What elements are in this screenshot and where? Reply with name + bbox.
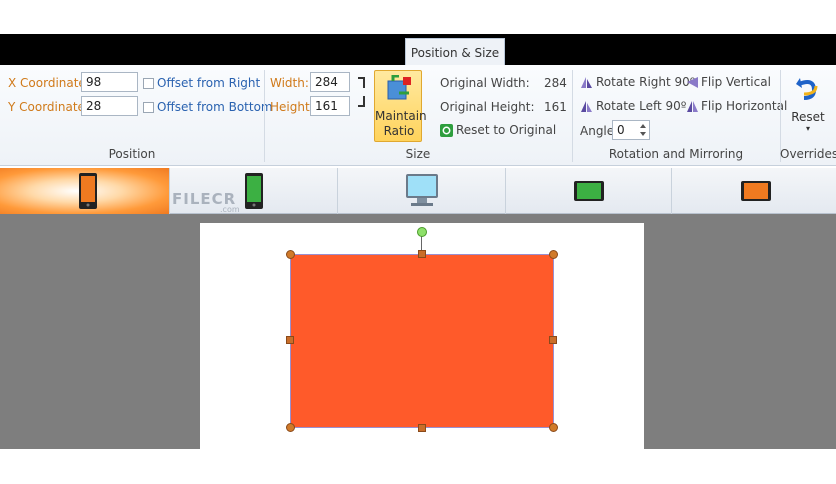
- phone-portrait-icon: [79, 173, 97, 209]
- device-desktop-monitor[interactable]: [338, 168, 506, 214]
- watermark-sub: .com: [220, 205, 240, 214]
- y-coordinate-input[interactable]: [81, 96, 138, 116]
- maintain-ratio-label-1: Maintain: [375, 109, 427, 123]
- flip-vertical-label: Flip Vertical: [701, 75, 771, 89]
- position-group-label: Position: [108, 147, 156, 161]
- rotate-right-button[interactable]: Rotate Right 90º: [580, 75, 695, 89]
- flip-horizontal-icon: [687, 100, 698, 112]
- height-label: Height:: [270, 100, 314, 114]
- angle-stepper-icon[interactable]: [638, 122, 648, 138]
- y-coordinate-label: Y Coordinate:: [8, 100, 89, 114]
- offset-right-checkbox[interactable]: [143, 78, 154, 89]
- refresh-icon: [440, 123, 453, 137]
- original-height-label: Original Height:: [440, 100, 535, 114]
- rotation-handle[interactable]: [417, 227, 427, 237]
- overrides-group-label: Overrides: [780, 147, 836, 161]
- resize-handle-top-right[interactable]: [549, 250, 558, 259]
- link-bracket-icon: [358, 77, 365, 107]
- size-group-label: Size: [405, 147, 431, 161]
- resize-handle-bottom[interactable]: [418, 424, 426, 432]
- offset-bottom-label: Offset from Bottom: [157, 100, 273, 114]
- phone-landscape-orange-icon: [741, 181, 771, 201]
- tab-position-size[interactable]: Position & Size: [405, 38, 505, 66]
- rotate-left-button[interactable]: Rotate Left 90º: [580, 99, 686, 113]
- x-coordinate-input[interactable]: [81, 72, 138, 92]
- device-phone-landscape-orange[interactable]: [672, 168, 836, 214]
- resize-handle-left[interactable]: [286, 336, 294, 344]
- width-label: Width:: [270, 76, 309, 90]
- rotate-left-label: Rotate Left 90º: [596, 99, 687, 113]
- phone-portrait-green-icon: [245, 173, 263, 209]
- reset-to-original-button[interactable]: Reset to Original: [440, 122, 556, 138]
- aspect-ratio-icon: [387, 75, 411, 100]
- rotation-group-label: Rotation and Mirroring: [608, 147, 744, 161]
- offset-bottom-checkbox[interactable]: [143, 102, 154, 113]
- flip-vertical-icon: [687, 76, 698, 88]
- flip-vertical-button[interactable]: Flip Vertical: [686, 75, 771, 89]
- rotate-left-icon: [581, 100, 592, 112]
- rotate-right-icon: [581, 76, 592, 88]
- width-input[interactable]: [310, 72, 350, 92]
- reset-overrides-button[interactable]: Reset ▾: [786, 72, 830, 138]
- resize-handle-bottom-right[interactable]: [549, 423, 558, 432]
- reset-arrow-icon: [796, 78, 818, 100]
- original-width-value: 284: [544, 76, 567, 90]
- maintain-ratio-button[interactable]: Maintain Ratio: [374, 70, 427, 142]
- rotate-right-label: Rotate Right 90º: [596, 75, 696, 89]
- height-input[interactable]: [310, 96, 350, 116]
- resize-handle-top-left[interactable]: [286, 250, 295, 259]
- device-phone-landscape-green[interactable]: [506, 168, 672, 214]
- offset-right-label: Offset from Right: [157, 76, 261, 90]
- flip-horizontal-label: Flip Horizontal: [701, 99, 788, 113]
- original-height-value: 161: [544, 100, 567, 114]
- flip-horizontal-button[interactable]: Flip Horizontal: [686, 99, 787, 113]
- dropdown-arrow-icon: ▾: [805, 124, 810, 133]
- selected-shape[interactable]: [290, 254, 554, 428]
- phone-landscape-green-icon: [574, 181, 604, 201]
- resize-handle-bottom-left[interactable]: [286, 423, 295, 432]
- device-phone-portrait-orange[interactable]: [0, 168, 170, 214]
- resize-handle-right[interactable]: [549, 336, 557, 344]
- blank-area: [0, 449, 836, 484]
- reset-label: Reset: [791, 110, 825, 124]
- maintain-ratio-label-2: Ratio: [383, 124, 415, 138]
- original-width-label: Original Width:: [440, 76, 530, 90]
- reset-to-original-label: Reset to Original: [456, 123, 557, 137]
- x-coordinate-label: X Coordinate:: [8, 76, 90, 90]
- resize-handle-top[interactable]: [418, 250, 426, 258]
- monitor-icon: [406, 174, 438, 206]
